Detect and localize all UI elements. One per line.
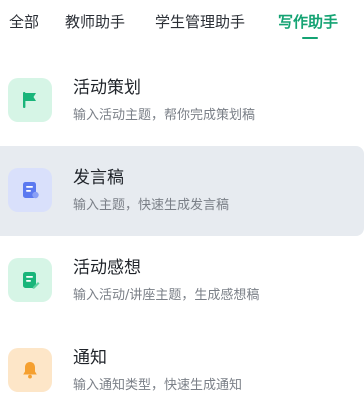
tab-student-management-assistant[interactable]: 学生管理助手 [155,12,245,32]
item-description: 输入通知类型，快速生成通知 [73,378,243,393]
category-tabs: 全部 教师助手 学生管理助手 写作助手 [0,0,364,44]
item-title: 活动策划 [73,78,141,98]
item-description: 输入活动主题，帮你完成策划稿 [73,108,256,123]
edit-doc-icon [8,258,52,302]
item-description: 输入活动/讲座主题，生成感想稿 [73,288,260,303]
writing-assistant-panel: 全部 教师助手 学生管理助手 写作助手 活动策划 输入活动主题，帮你完成策划稿 … [0,0,364,403]
item-title: 活动感想 [73,258,141,278]
active-tab-indicator [302,37,318,39]
speech-doc-icon [8,168,52,212]
list-item-activity-planning[interactable]: 活动策划 输入活动主题，帮你完成策划稿 [0,56,364,146]
item-title: 发言稿 [73,168,124,188]
list-item-activity-reflection[interactable]: 活动感想 输入活动/讲座主题，生成感想稿 [0,236,364,326]
list-item-notice[interactable]: 通知 输入通知类型，快速生成通知 [0,326,364,403]
bell-icon [8,348,52,392]
tab-writing-assistant[interactable]: 写作助手 [278,12,338,32]
flag-icon [8,78,52,122]
tab-teacher-assistant[interactable]: 教师助手 [65,12,125,32]
item-title: 通知 [73,348,107,368]
list-item-speech-draft[interactable]: 发言稿 输入主题，快速生成发言稿 [0,146,364,236]
tab-all[interactable]: 全部 [9,12,39,32]
item-description: 输入主题，快速生成发言稿 [73,198,230,213]
